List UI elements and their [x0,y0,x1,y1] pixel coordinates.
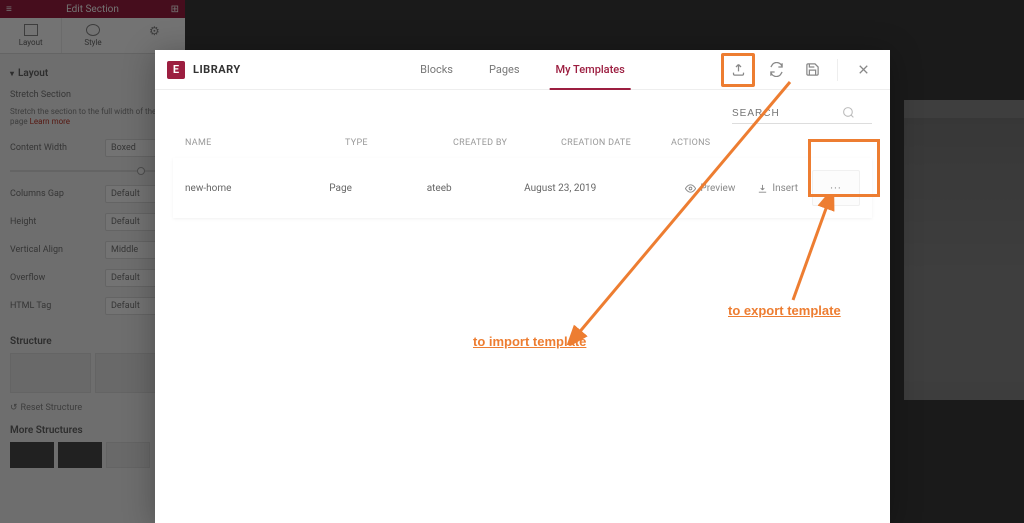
tab-pages[interactable]: Pages [471,50,538,90]
download-icon [757,183,768,194]
more-actions-button[interactable]: ··· [812,170,860,206]
width-slider[interactable] [10,170,175,172]
annotation-export-label: to export template [728,303,841,318]
structure-title: Structure [10,336,175,347]
tab-style[interactable]: Style [62,18,123,53]
template-date: August 23, 2019 [524,183,623,194]
eye-icon [685,183,696,194]
layout-icon [24,24,38,36]
tab-layout[interactable]: Layout [0,18,62,53]
more-structures-title: More Structures [10,425,175,436]
tab-advanced[interactable]: ⚙ [124,18,185,53]
upload-icon [731,62,746,77]
tab-my-templates[interactable]: My Templates [538,50,643,90]
grid-icon[interactable]: ⊞ [171,4,179,15]
gear-icon: ⚙ [149,24,160,38]
col-author: CREATED BY [453,138,561,148]
structure-option[interactable] [58,442,102,468]
col-date: CREATION DATE [561,138,671,148]
template-author: ateeb [427,183,524,194]
col-type: TYPE [345,138,453,148]
tab-blocks[interactable]: Blocks [402,50,471,90]
structure-option[interactable] [10,353,91,393]
menu-icon[interactable]: ≡ [6,4,12,15]
close-icon [856,62,871,77]
search-box [732,104,872,124]
divider [837,59,838,81]
library-actions [721,53,878,87]
preview-button[interactable]: Preview [677,177,743,200]
template-name: new-home [185,183,329,194]
style-icon [86,24,100,36]
structure-option[interactable] [10,442,54,468]
close-button[interactable] [848,55,878,85]
section-layout-title[interactable]: Layout [10,62,175,85]
col-actions: ACTIONS [671,138,731,148]
editor-header: ≡ Edit Section ⊞ [0,0,185,18]
field-html-tag: HTML TagDefault [10,292,175,320]
save-button[interactable] [797,55,827,85]
library-header: E LIBRARY Blocks Pages My Templates [155,50,890,90]
field-stretch: Stretch Section [10,85,175,105]
elementor-logo-icon: E [167,61,185,79]
table-row: new-home Page ateeb August 23, 2019 Prev… [173,158,872,218]
sync-button[interactable] [761,55,791,85]
col-name: NAME [185,138,345,148]
editor-header-title: Edit Section [66,4,119,15]
reset-structure-link[interactable]: Reset Structure [10,399,175,417]
import-template-button[interactable] [721,53,755,87]
save-icon [805,62,820,77]
library-title: LIBRARY [193,63,241,76]
slider-handle[interactable] [137,167,145,175]
sync-icon [769,62,784,77]
search-input[interactable] [732,104,842,123]
stretch-description: Stretch the section to the full width of… [10,105,175,134]
editor-tabs: Layout Style ⚙ [0,18,185,54]
annotation-import-label: to import template [473,334,586,349]
search-icon [842,104,855,123]
insert-button[interactable]: Insert [749,177,806,200]
structure-row [10,353,175,393]
field-height: HeightDefault [10,208,175,236]
structure-option[interactable] [106,442,150,468]
template-type: Page [329,183,426,194]
library-modal: E LIBRARY Blocks Pages My Templates [155,50,890,523]
field-overflow: OverflowDefault [10,264,175,292]
canvas-preview [904,100,1024,400]
field-content-width: Content WidthBoxed [10,134,175,162]
table-header: NAME TYPE CREATED BY CREATION DATE ACTIO… [173,132,872,154]
templates-table: NAME TYPE CREATED BY CREATION DATE ACTIO… [173,132,872,218]
learn-more-link[interactable]: Learn more [30,117,70,126]
field-columns-gap: Columns GapDefault [10,180,175,208]
field-vertical-align: Vertical AlignMiddle [10,236,175,264]
library-tabs: Blocks Pages My Templates [402,50,643,90]
